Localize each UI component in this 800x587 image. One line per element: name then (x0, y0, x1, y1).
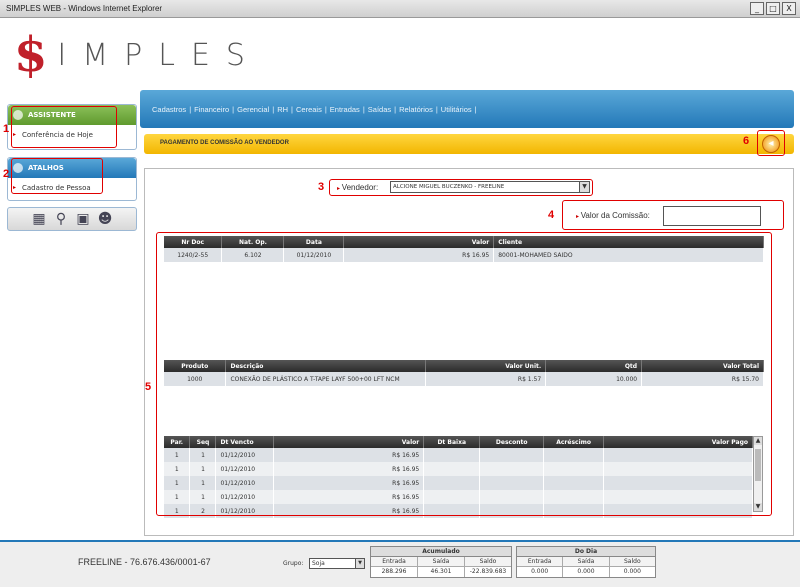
nav-item-3[interactable]: Gerencial (237, 105, 269, 114)
annotation-box-5 (156, 232, 772, 516)
acumulado-col-entrada: Entrada (371, 557, 418, 567)
grupo-value: Soja (312, 560, 325, 567)
annotation-box-2 (11, 158, 103, 194)
nav-separator: | (189, 105, 192, 114)
nav-item-5[interactable]: Cereais (296, 105, 322, 114)
app-logo: $ IMPLES (14, 30, 261, 80)
dodia-title: Do Dia (517, 547, 655, 557)
annotation-box-6 (757, 130, 785, 156)
annotation-box-1 (11, 106, 117, 148)
dodia-col-saida: Saída (563, 557, 610, 567)
dodia-saldo: 0.000 (623, 568, 641, 575)
logo-text: IMPLES (57, 37, 261, 73)
nav-item-4[interactable]: RH (277, 105, 288, 114)
grupo-select[interactable]: Soja ▼ (309, 558, 365, 569)
nav-item-1[interactable]: Cadastros (152, 105, 186, 114)
nav-separator: | (272, 105, 275, 114)
page-title: PAGAMENTO DE COMISSÃO AO VENDEDOR (160, 140, 289, 146)
nav-item-2[interactable]: Financeiro (194, 105, 229, 114)
nav-item-6[interactable]: Entradas (330, 105, 360, 114)
nav-separator: | (394, 105, 397, 114)
calculator-icon[interactable]: ▦ (30, 210, 48, 228)
annotation-6: 6 (743, 135, 750, 147)
nav-item-8[interactable]: Relatórios (399, 105, 433, 114)
annotation-5: 5 (145, 381, 152, 393)
annotation-box-4 (562, 200, 784, 230)
nav-separator: | (474, 105, 477, 114)
acumulado-col-saida: Saída (418, 557, 465, 567)
annotation-box-3 (329, 179, 593, 196)
window-title: SIMPLES WEB - Windows Internet Explorer (6, 4, 163, 13)
page-title-bar: PAGAMENTO DE COMISSÃO AO VENDEDOR (144, 134, 794, 154)
annotation-3: 3 (318, 181, 325, 193)
quick-icons: ▦ ⚲ ▣ ☻ (7, 207, 137, 231)
maximize-button[interactable]: □ (766, 2, 780, 15)
user-icon[interactable]: ☻ (96, 210, 114, 228)
search-icon[interactable]: ⚲ (52, 210, 70, 228)
grupo-label: Grupo: (283, 560, 304, 567)
nav-separator: | (362, 105, 365, 114)
main-navbar: Cadastros | Financeiro | Gerencial | RH | Cereai… (140, 90, 794, 128)
nav-item-9[interactable]: Utilitários (441, 105, 472, 114)
calendar-icon[interactable]: ▣ (74, 210, 92, 228)
window-titlebar: SIMPLES WEB - Windows Internet Explorer … (0, 0, 800, 18)
dodia-col-entrada: Entrada (517, 557, 564, 567)
logo-dollar: $ (14, 27, 48, 83)
acumulado-entrada: 288.296 (371, 567, 418, 577)
acumulado-saldo: -22.839.683 (469, 568, 507, 575)
nav-separator: | (324, 105, 327, 114)
nav-separator: | (232, 105, 235, 114)
acumulado-title: Acumulado (371, 547, 511, 557)
acumulado-col-saldo: Saldo (465, 557, 511, 567)
close-button[interactable]: X (782, 2, 796, 15)
dodia-entrada: 0.000 (517, 567, 564, 577)
nav-separator: | (435, 105, 438, 114)
annotation-4: 4 (548, 209, 555, 221)
minimize-button[interactable]: _ (750, 2, 764, 15)
dodia-box: Do Dia Entrada Saída Saldo 0.000 0.000 0… (516, 546, 656, 578)
chevron-down-icon[interactable]: ▼ (355, 559, 364, 568)
nav-menu: Cadastros | Financeiro | Gerencial | RH | Cereai… (152, 105, 480, 114)
dodia-col-saldo: Saldo (609, 557, 655, 567)
annotation-2: 2 (3, 168, 10, 180)
nav-item-7[interactable]: Saídas (368, 105, 391, 114)
annotation-1: 1 (3, 123, 10, 135)
acumulado-box: Acumulado Entrada Saída Saldo 288.296 46… (370, 546, 512, 578)
nav-separator: | (291, 105, 293, 114)
status-footer: FREELINE - 76.676.436/0001-67 Grupo: Soj… (0, 540, 800, 587)
acumulado-saida: 46.301 (418, 567, 465, 577)
company-code: FREELINE - 76.676.436/0001-67 (78, 557, 211, 567)
dodia-saida: 0.000 (563, 567, 610, 577)
